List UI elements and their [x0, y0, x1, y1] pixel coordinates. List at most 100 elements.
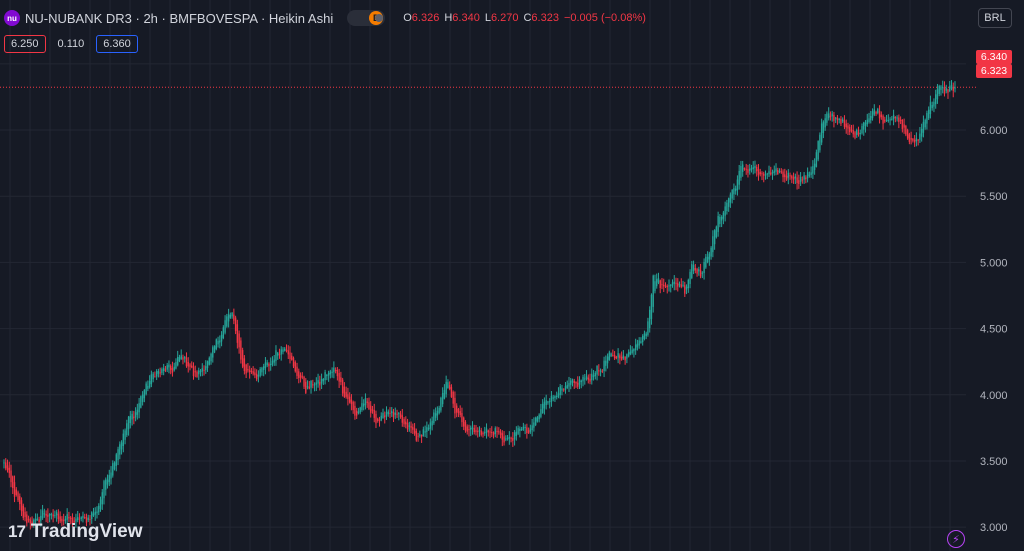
candle-body: [501, 433, 504, 440]
candle-body: [96, 511, 98, 514]
candle-body: [108, 475, 110, 483]
symbol-title[interactable]: NU-NUBANK DR3 · 2h · BMFBOVESPA · Heikin…: [25, 11, 333, 26]
market-status-pill[interactable]: D: [347, 10, 386, 26]
currency-selector[interactable]: BRL: [978, 8, 1012, 28]
candle-body: [747, 169, 749, 173]
candle-body: [422, 429, 425, 436]
candle-body: [150, 374, 153, 385]
candle-body: [482, 432, 484, 435]
candle-body: [605, 360, 607, 366]
candle-body: [254, 372, 256, 376]
candle-body: [634, 344, 637, 351]
candle-body: [912, 138, 914, 141]
candle-body: [234, 317, 237, 331]
candle-body: [494, 428, 496, 434]
candle-body: [419, 434, 421, 436]
candle-body: [76, 517, 79, 521]
candle-body: [942, 87, 944, 89]
candle-body: [520, 428, 523, 430]
candle-body: [915, 138, 918, 142]
price-chart[interactable]: 3.0003.5004.0004.5005.0005.5006.0006.500: [0, 0, 1024, 551]
candle-body: [131, 413, 133, 420]
candle-body: [543, 401, 546, 409]
tradingview-logo[interactable]: 17 TradingView: [8, 521, 143, 543]
candle-body: [326, 375, 328, 377]
candle-body: [12, 476, 14, 489]
price-axis-tick-label: 4.500: [980, 324, 1008, 336]
candle-body: [875, 111, 877, 114]
candle-body: [566, 385, 568, 388]
candle-body: [594, 373, 597, 377]
candle-body: [248, 369, 251, 373]
candle-body: [296, 366, 298, 376]
candle-body: [268, 363, 270, 367]
candle-body: [352, 401, 354, 410]
symbol-legend[interactable]: nu NU-NUBANK DR3 · 2h · BMFBOVESPA · Hei…: [4, 8, 646, 28]
candle-body: [777, 170, 779, 175]
candle-body: [327, 373, 330, 376]
candle-body: [527, 430, 530, 434]
candle-body: [201, 368, 203, 372]
candle-body: [433, 412, 435, 424]
candle-body: [122, 433, 125, 446]
candle-body: [162, 368, 165, 372]
candle-body: [770, 172, 772, 175]
candle-body: [403, 418, 405, 425]
candle-body: [478, 429, 481, 432]
candle-body: [526, 427, 528, 434]
candle-body: [489, 431, 491, 433]
candle-body: [554, 396, 556, 399]
candle-body: [578, 379, 581, 385]
candle-body: [208, 357, 210, 365]
candle-body: [680, 284, 682, 287]
candle-body: [734, 188, 737, 192]
candle-body: [654, 281, 656, 292]
candle-body: [552, 397, 554, 399]
price-axis[interactable]: 3.0003.5004.0004.5005.0005.5006.0006.500: [980, 59, 1008, 534]
candle-body: [19, 496, 21, 505]
candle-body: [682, 284, 684, 286]
candle-body: [463, 417, 465, 427]
candle-body: [636, 343, 639, 348]
candle-body: [389, 412, 391, 414]
ohlc-item: H6.340: [444, 12, 479, 24]
candle-body: [864, 122, 867, 127]
candle-body: [138, 403, 140, 413]
candle-body: [606, 356, 609, 364]
candle-body: [910, 138, 912, 140]
candle-body: [934, 94, 937, 105]
bid-ask-indicator[interactable]: 6.250 0.110 6.360: [4, 34, 138, 54]
candle-body: [92, 513, 95, 516]
candle-body: [943, 87, 946, 94]
candle-body: [454, 397, 456, 414]
candle-body: [445, 381, 447, 395]
candle-body: [701, 272, 704, 274]
candle-body: [392, 411, 395, 418]
candle-body: [198, 370, 200, 375]
candle-body: [434, 413, 437, 418]
candle-body: [857, 132, 860, 135]
candle-body: [949, 86, 951, 92]
candle-body: [359, 407, 361, 413]
candle-body: [68, 516, 70, 519]
candle-body: [803, 175, 805, 180]
candle-body: [929, 102, 932, 115]
candle-body: [105, 479, 107, 490]
candle-body: [768, 171, 770, 175]
candle-body: [368, 402, 370, 410]
candle-body: [568, 383, 570, 387]
high-price-label: 6.340: [976, 50, 1012, 64]
candle-body: [98, 505, 100, 513]
candle-body: [920, 128, 923, 137]
bid-price[interactable]: 6.250: [4, 35, 46, 53]
tradingview-wordmark: TradingView: [30, 521, 143, 542]
candle-body: [384, 415, 386, 418]
ask-price[interactable]: 6.360: [96, 35, 138, 53]
candle-body: [708, 253, 711, 260]
candle-body: [257, 374, 260, 377]
candle-body: [292, 357, 295, 367]
lightning-icon[interactable]: ⚡: [947, 530, 965, 548]
candle-body: [371, 409, 374, 411]
ohlc-item: L6.270: [485, 12, 519, 24]
candle-body: [340, 377, 342, 383]
